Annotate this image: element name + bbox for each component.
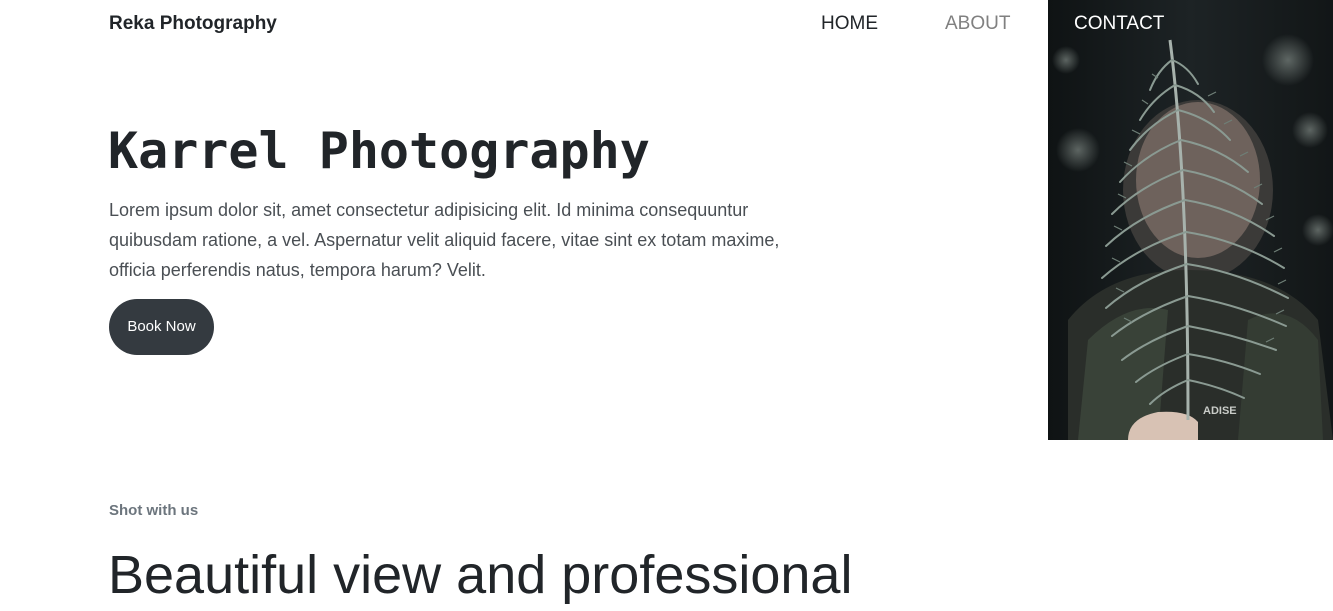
page: Reka Photography HOME ABOUT CONTACT Karr… (0, 0, 1333, 611)
section-heading: Beautiful view and professional (108, 545, 853, 605)
nav-link-home[interactable]: HOME (821, 12, 878, 36)
hero-photo: ADISE (1048, 0, 1333, 440)
hero-title: Karrel Photography (108, 122, 650, 180)
nav-link-contact[interactable]: CONTACT (1074, 12, 1164, 36)
brand-logo[interactable]: Reka Photography (109, 12, 277, 36)
nav-link-about[interactable]: ABOUT (945, 12, 1010, 36)
hero-description: Lorem ipsum dolor sit, amet consectetur … (109, 200, 780, 280)
fern-photo-illustration: ADISE (1048, 0, 1333, 440)
book-now-button[interactable]: Book Now (109, 299, 214, 355)
photo-shirt-text: ADISE (1203, 405, 1237, 417)
section-eyebrow: Shot with us (109, 502, 199, 519)
